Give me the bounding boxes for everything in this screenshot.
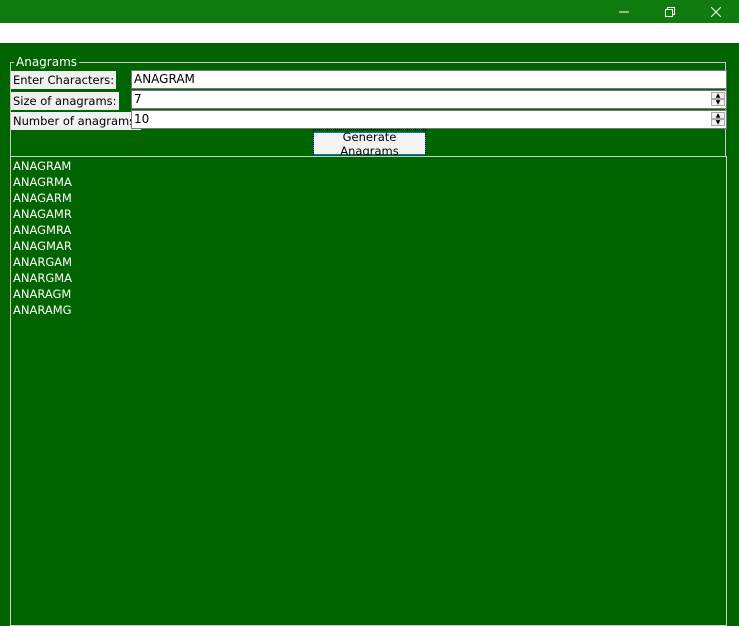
- list-item[interactable]: ANARAMG: [13, 302, 724, 318]
- title-bar: [0, 0, 739, 23]
- number-of-anagrams-label: Number of anagrams:: [11, 112, 142, 130]
- list-item[interactable]: ANARGAM: [13, 254, 724, 270]
- characters-input[interactable]: ANAGRAM: [131, 70, 727, 89]
- enter-characters-label: Enter Characters:: [11, 71, 117, 89]
- menu-strip: [0, 23, 739, 43]
- list-item[interactable]: ANAGRMA: [13, 174, 724, 190]
- characters-input-value: ANAGRAM: [134, 72, 195, 86]
- minimize-button[interactable]: [601, 0, 647, 23]
- close-button[interactable]: [693, 0, 739, 23]
- close-icon: [711, 6, 721, 17]
- list-item[interactable]: ANAGMRA: [13, 222, 724, 238]
- size-spinner[interactable]: ▲ ▼: [711, 92, 725, 107]
- maximize-button[interactable]: [647, 0, 693, 23]
- spin-down-icon[interactable]: ▼: [711, 119, 725, 126]
- list-item[interactable]: ANARAGM: [13, 286, 724, 302]
- groupbox-title: Anagrams: [14, 55, 80, 69]
- spin-up-icon[interactable]: ▲: [711, 92, 725, 99]
- results-listbox[interactable]: ANAGRAM ANAGRMA ANAGARM ANAGAMR ANAGMRA …: [10, 156, 727, 626]
- list-item[interactable]: ANAGRAM: [13, 158, 724, 174]
- size-of-anagrams-label: Size of anagrams:: [11, 92, 119, 110]
- generate-anagrams-button[interactable]: Generate Anagrams: [313, 128, 426, 159]
- size-numeric-input[interactable]: 7 ▲ ▼: [131, 90, 727, 109]
- list-item[interactable]: ANAGMAR: [13, 238, 724, 254]
- restore-icon: [665, 6, 675, 17]
- number-input-value: 10: [134, 112, 150, 126]
- spin-up-icon[interactable]: ▲: [711, 112, 725, 119]
- list-item[interactable]: ANAGAMR: [13, 206, 724, 222]
- minimize-icon: [619, 11, 629, 12]
- size-input-value: 7: [134, 92, 142, 106]
- number-numeric-input[interactable]: 10 ▲ ▼: [131, 110, 727, 129]
- list-item[interactable]: ANAGARM: [13, 190, 724, 206]
- list-item[interactable]: ANARGMA: [13, 270, 724, 286]
- number-spinner[interactable]: ▲ ▼: [711, 112, 725, 127]
- generate-button-label: Generate Anagrams: [313, 128, 426, 159]
- spin-down-icon[interactable]: ▼: [711, 99, 725, 106]
